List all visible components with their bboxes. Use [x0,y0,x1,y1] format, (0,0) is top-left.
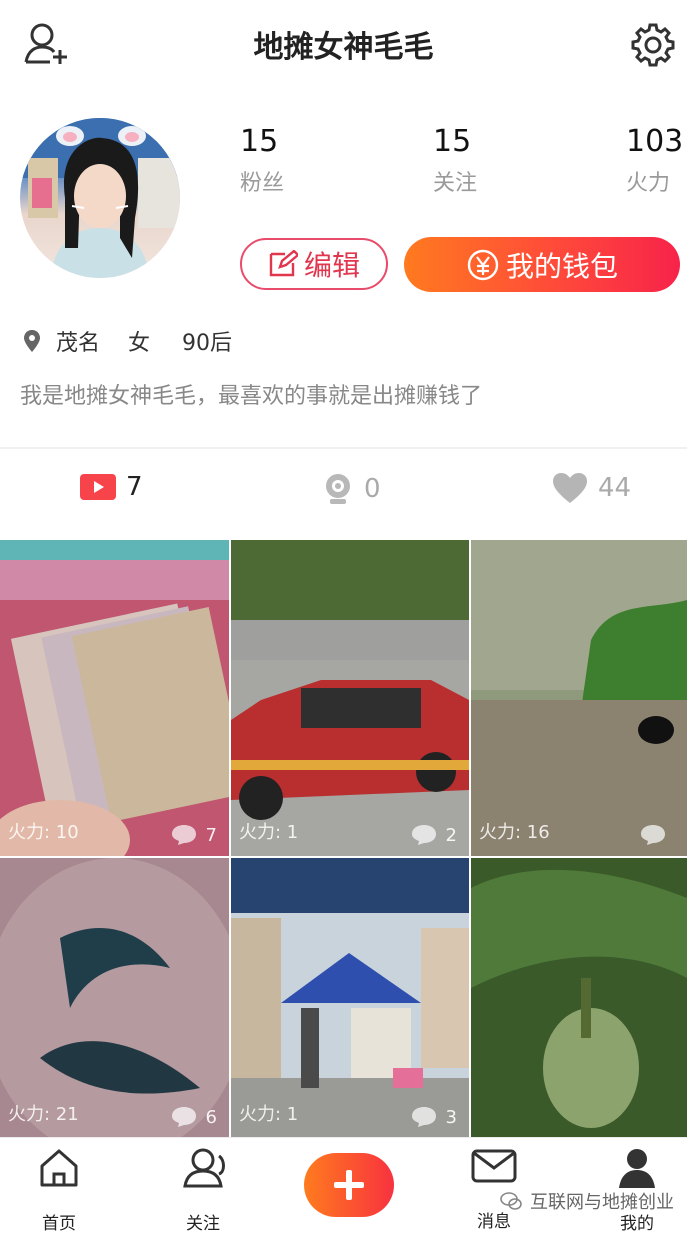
thumbnail-image [231,858,469,1138]
followers-label: 粉丝 [240,171,285,196]
following-count: 15 [433,124,472,159]
thumbnail-image [0,858,229,1138]
thumbnail-image [231,540,469,856]
thumbnail-image [471,858,687,1138]
nav-home-label: 首页 [42,1214,76,1234]
comment-count-value: 7 [205,824,217,846]
location-pin-icon [24,330,40,352]
wallet-label: 我的钱包 [505,249,618,283]
likes-count: 44 [598,473,632,503]
settings-gear-icon[interactable] [630,22,676,68]
fire-value: 火力: 1 [239,822,299,843]
profile-person-icon [619,1149,655,1188]
fire-value: 火力: 16 [479,822,550,843]
followers-count: 15 [240,124,279,159]
mail-icon [471,1149,517,1183]
watermark-text: 互联网与地摊创业 [530,1192,674,1213]
thumbnail-image [0,540,229,856]
comment-count [639,824,675,846]
top-bar: 地摊女神毛毛 [0,0,687,90]
video-thumbnail[interactable]: 火力: 16 [471,540,687,856]
live-count: 0 [364,474,381,504]
avatar-photo [20,118,180,278]
nav-follow[interactable]: 关注 [158,1146,248,1234]
fire-count: 103 [626,124,684,159]
wechat-icon [500,1192,522,1210]
edit-profile-button[interactable]: 编辑 [240,238,388,290]
comment-icon [411,825,436,845]
bottom-nav: 首页 关注 消息 我的 互联网与地摊创业 [0,1137,687,1234]
edit-label: 编辑 [303,249,360,282]
video-thumbnail[interactable]: 火力: 1 2 [231,540,469,856]
content-tabs: 7 0 44 [0,450,687,536]
plus-icon [334,1170,364,1200]
comment-count-value: 2 [445,824,457,846]
comment-count: 3 [410,1106,457,1128]
video-thumbnail[interactable]: 火力: 21 6 [0,858,229,1138]
video-thumbnail[interactable] [471,858,687,1138]
video-thumbnail[interactable]: 火力: 1 3 [231,858,469,1138]
home-icon [40,1149,78,1187]
page-title: 地摊女神毛毛 [253,30,434,65]
watermark: 互联网与地摊创业 [500,1188,674,1214]
comment-icon [641,825,665,845]
fire-value: 火力: 10 [8,822,79,843]
follow-people-icon [183,1148,225,1188]
comment-count: 7 [170,824,217,846]
stat-following[interactable]: 15 关注 [433,124,477,197]
profile-bio: 我是地摊女神毛毛，最喜欢的事就是出摊赚钱了 [20,384,483,409]
comment-count-value: 3 [445,1106,457,1128]
comment-count-value: 6 [205,1106,217,1128]
fire-value: 火力: 21 [8,1104,79,1125]
yuan-coin-icon [467,249,499,280]
videos-count: 7 [126,472,143,502]
age-text: 90后 [182,331,233,356]
tab-videos[interactable]: 7 [80,472,143,502]
nav-follow-label: 关注 [186,1214,220,1234]
create-post-button[interactable] [304,1153,394,1217]
tab-live[interactable]: 0 [322,472,381,506]
thumbnail-image [471,540,687,856]
section-divider [0,447,687,449]
comment-count: 6 [170,1106,217,1128]
camera-icon [326,474,350,504]
video-icon [80,474,116,500]
video-thumbnail[interactable]: 火力: 10 7 [0,540,229,856]
heart-icon [553,473,587,503]
comment-icon [171,825,196,845]
location-text: 茂名 [56,331,101,356]
fire-label: 火力 [626,171,671,196]
comment-icon [171,1107,196,1127]
comment-count: 2 [410,824,457,846]
profile-info-row: 茂名 女 90后 [22,325,232,357]
fire-value: 火力: 1 [239,1104,299,1125]
stat-fire[interactable]: 103 火力 [626,124,683,197]
edit-icon [269,250,298,277]
stat-followers[interactable]: 15 粉丝 [240,124,284,197]
my-wallet-button[interactable]: 我的钱包 [404,237,680,292]
following-label: 关注 [433,171,478,196]
gender-text: 女 [128,331,151,356]
nav-home[interactable]: 首页 [14,1146,104,1234]
avatar[interactable] [20,118,180,278]
tab-likes[interactable]: 44 [552,472,631,504]
comment-icon [411,1107,436,1127]
